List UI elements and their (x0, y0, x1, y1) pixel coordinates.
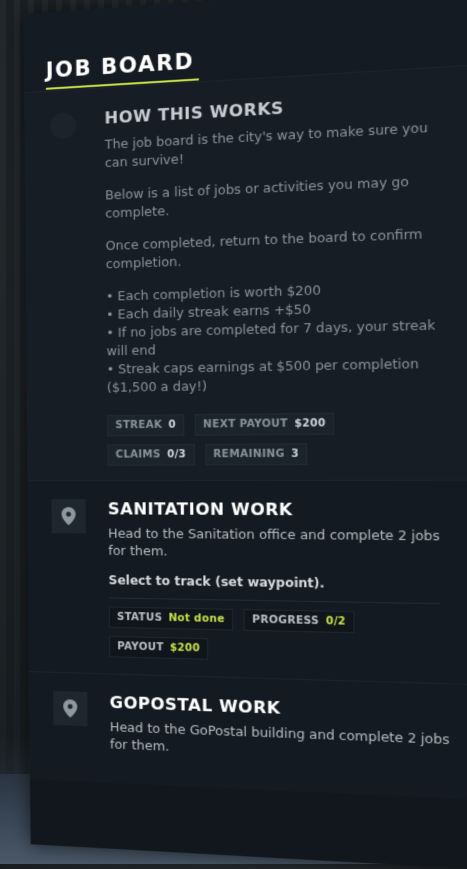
progress-badge: PROGRESS 0/2 (244, 609, 355, 633)
status-badge: STATUS Not done (109, 607, 233, 631)
info-bullet: • Streak caps earnings at $500 per compl… (107, 354, 452, 397)
job-title: SANITATION WORK (108, 499, 453, 520)
info-icon (50, 112, 76, 140)
map-pin-icon (53, 691, 87, 726)
job-board-panel: JOB BOARD HOW THIS WORKS The job board i… (23, 0, 467, 869)
track-link[interactable]: Select to track (set waypoint). (108, 573, 453, 593)
claims-chip: CLAIMS 0/3 (107, 444, 194, 466)
job-item-gopostal[interactable]: GOPOSTAL WORK Head to the GoPostal build… (29, 671, 467, 800)
map-pin-icon (51, 499, 85, 533)
how-it-works-section: HOW THIS WORKS The job board is the city… (24, 65, 467, 480)
next-payout-chip: NEXT PAYOUT $200 (195, 413, 335, 436)
job-description: Head to the GoPostal building and comple… (110, 718, 455, 767)
streak-chip: STREAK 0 (107, 414, 184, 436)
job-chips: STATUS Not done PROGRESS 0/2 PAYOUT $200 (109, 607, 440, 666)
job-description: Head to the Sanitation office and comple… (108, 524, 453, 562)
page-title: JOB BOARD (46, 49, 195, 83)
divider (109, 597, 440, 604)
payout-badge: PAYOUT $200 (109, 636, 209, 660)
info-bullet: • If no jobs are completed for 7 days, y… (106, 315, 451, 360)
remaining-chip: REMAINING 3 (205, 443, 308, 465)
stats-chips: STREAK 0 NEXT PAYOUT $200 CLAIMS 0/3 REMAIN… (107, 412, 438, 466)
job-item-sanitation[interactable]: SANITATION WORK Head to the Sanitation o… (27, 480, 467, 684)
